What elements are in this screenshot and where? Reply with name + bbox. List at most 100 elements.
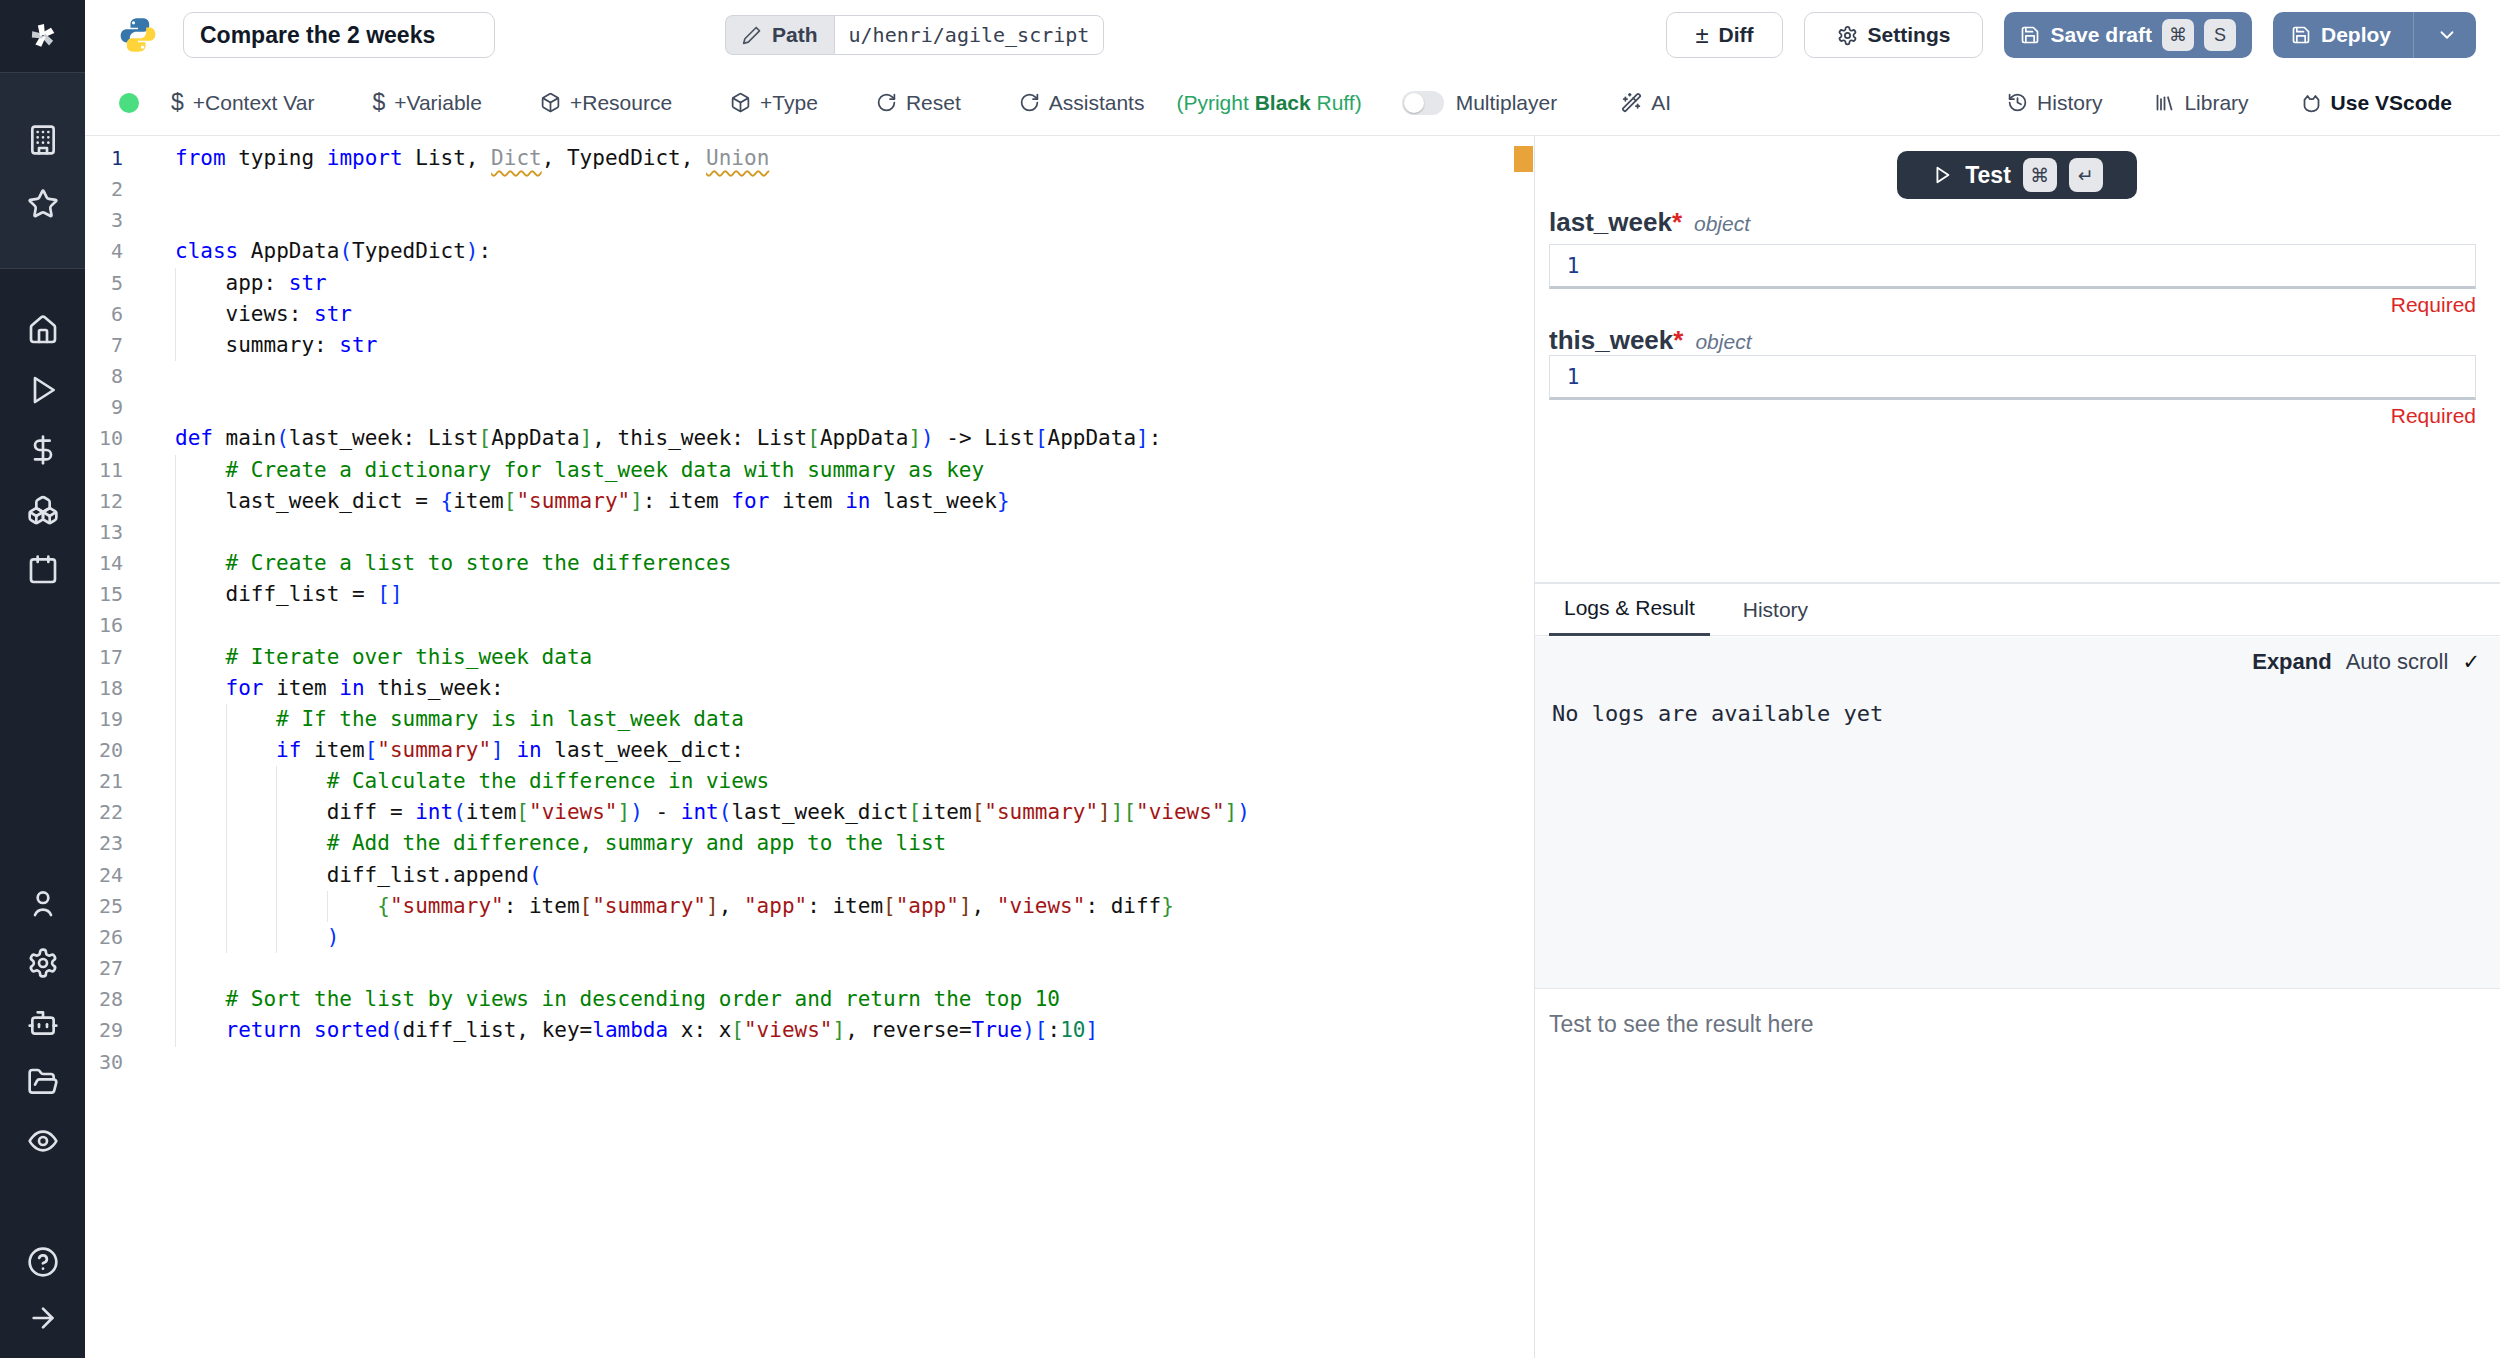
- add-context-var-button[interactable]: $+Context Var: [171, 89, 314, 116]
- code-line[interactable]: 2: [85, 174, 1534, 205]
- package-icon: [540, 92, 561, 113]
- add-variable-button[interactable]: $+Variable: [372, 89, 482, 116]
- vscode-button[interactable]: Use VScode: [2301, 91, 2452, 115]
- user-icon[interactable]: [26, 886, 60, 920]
- code-line[interactable]: 11# Create a dictionary for last_week da…: [85, 455, 1534, 486]
- library-icon: [2154, 92, 2175, 113]
- assistants-button[interactable]: Assistants: [1019, 91, 1145, 115]
- code-line[interactable]: 16: [85, 610, 1534, 641]
- sidebar-divider: [0, 72, 85, 73]
- home-icon[interactable]: [26, 313, 60, 347]
- code-line[interactable]: 27: [85, 953, 1534, 984]
- line-number: 14: [85, 548, 123, 579]
- code-line[interactable]: 14# Create a list to store the differenc…: [85, 548, 1534, 579]
- line-number: 1: [1550, 245, 1596, 286]
- resources-icon[interactable]: [26, 493, 60, 527]
- sidebar-workspace-section: [0, 72, 85, 268]
- indent-guide: [175, 953, 176, 984]
- arg-label-this-week: this_week*object: [1549, 325, 1751, 356]
- refresh-icon: [876, 92, 897, 113]
- arg-label-last-week: last_week*object: [1549, 207, 1750, 238]
- arg-input-this-week[interactable]: 1: [1549, 355, 2476, 400]
- code-line[interactable]: 8: [85, 361, 1534, 392]
- reset-button[interactable]: Reset: [876, 91, 961, 115]
- help-icon[interactable]: [26, 1245, 60, 1279]
- code-editor[interactable]: 1from typing import List, Dict, TypedDic…: [85, 136, 1534, 1358]
- code-line[interactable]: 25{"summary": item["summary"], "app": it…: [85, 891, 1534, 922]
- code-line[interactable]: 12last_week_dict = {item["summary"]: ite…: [85, 486, 1534, 517]
- bot-icon[interactable]: [26, 1006, 60, 1040]
- deploy-button[interactable]: Deploy: [2273, 12, 2476, 58]
- overview-warning-marker: [1514, 146, 1533, 172]
- button-divider: [2413, 12, 2414, 58]
- code-line[interactable]: 6views: str: [85, 299, 1534, 330]
- code-line[interactable]: 7summary: str: [85, 330, 1534, 361]
- line-number: 7: [85, 330, 123, 361]
- code-line[interactable]: 19# If the summary is in last_week data: [85, 704, 1534, 735]
- add-type-button[interactable]: +Type: [730, 91, 818, 115]
- dollar-icon: $: [372, 89, 385, 116]
- code-line[interactable]: 18for item in this_week:: [85, 673, 1534, 704]
- folder-open-icon[interactable]: [26, 1065, 60, 1099]
- code-line[interactable]: 9: [85, 392, 1534, 423]
- code-line[interactable]: 10def main(last_week: List[AppData], thi…: [85, 423, 1534, 454]
- expand-button[interactable]: Expand: [2252, 649, 2331, 675]
- code-line[interactable]: 23# Add the difference, summary and app …: [85, 828, 1534, 859]
- variables-icon[interactable]: [26, 433, 60, 467]
- settings-button[interactable]: Settings: [1804, 12, 1984, 58]
- line-number: 4: [85, 236, 123, 267]
- code-line[interactable]: 3: [85, 205, 1534, 236]
- wand-icon: [1621, 92, 1642, 113]
- library-button[interactable]: Library: [2154, 91, 2248, 115]
- gear-icon: [1837, 25, 1858, 46]
- arg-input-last-week[interactable]: 1: [1549, 244, 2476, 289]
- tab-logs-result[interactable]: Logs & Result: [1549, 584, 1710, 636]
- logs-area: Expand Auto scroll ✓ No logs are availab…: [1535, 637, 2500, 988]
- code-line[interactable]: 4class AppData(TypedDict):: [85, 236, 1534, 267]
- code-line[interactable]: 13: [85, 517, 1534, 548]
- code-line[interactable]: 1from typing import List, Dict, TypedDic…: [85, 143, 1534, 174]
- code-line[interactable]: 15diff_list = []: [85, 579, 1534, 610]
- code-line[interactable]: 24diff_list.append(: [85, 860, 1534, 891]
- code-line[interactable]: 17# Iterate over this_week data: [85, 642, 1534, 673]
- line-number: 21: [85, 766, 123, 797]
- ai-button[interactable]: AI: [1621, 91, 1671, 115]
- autoscroll-label[interactable]: Auto scroll: [2346, 649, 2449, 675]
- star-icon[interactable]: [26, 187, 60, 221]
- windmill-logo[interactable]: [26, 18, 60, 52]
- vscode-icon: [2301, 92, 2322, 113]
- runs-icon[interactable]: [26, 373, 60, 407]
- code-line[interactable]: 22diff = int(item["views"]) - int(last_w…: [85, 797, 1534, 828]
- line-number: 27: [85, 953, 123, 984]
- eye-icon[interactable]: [26, 1124, 60, 1158]
- building-icon[interactable]: [26, 123, 60, 157]
- sidebar: [0, 0, 85, 1358]
- package-icon: [730, 92, 751, 113]
- save-draft-button[interactable]: Save draft ⌘ S: [2004, 12, 2252, 58]
- code-line[interactable]: 5app: str: [85, 268, 1534, 299]
- script-title-input[interactable]: Compare the 2 weeks: [183, 12, 495, 58]
- dollar-icon: $: [171, 89, 184, 116]
- expand-sidebar-icon[interactable]: [26, 1301, 60, 1335]
- path-edit-button[interactable]: Path: [725, 15, 834, 55]
- test-panel: Test ⌘ ↵ last_week*object 1 Required thi…: [1534, 136, 2500, 1358]
- code-line[interactable]: 26): [85, 922, 1534, 953]
- diff-button[interactable]: ± Diff: [1666, 12, 1782, 58]
- cmd-key: ⌘: [2162, 19, 2194, 51]
- tab-history[interactable]: History: [1728, 584, 1823, 636]
- settings-icon[interactable]: [26, 946, 60, 980]
- test-button[interactable]: Test ⌘ ↵: [1897, 151, 2137, 199]
- multiplayer-toggle[interactable]: [1402, 91, 1444, 115]
- required-badge: Required: [2391, 293, 2476, 317]
- code-line[interactable]: 21# Calculate the difference in views: [85, 766, 1534, 797]
- code-line[interactable]: 30: [85, 1047, 1534, 1078]
- add-resource-button[interactable]: +Resource: [540, 91, 672, 115]
- line-number: 9: [85, 392, 123, 423]
- code-line[interactable]: 20if item["summary"] in last_week_dict:: [85, 735, 1534, 766]
- history-button[interactable]: History: [2007, 91, 2102, 115]
- code-line[interactable]: 29return sorted(diff_list, key=lambda x:…: [85, 1015, 1534, 1046]
- path-value[interactable]: u/henri/agile_script: [834, 15, 1105, 55]
- schedules-icon[interactable]: [26, 553, 60, 587]
- code-line[interactable]: 28# Sort the list by views in descending…: [85, 984, 1534, 1015]
- save-icon: [2291, 25, 2311, 45]
